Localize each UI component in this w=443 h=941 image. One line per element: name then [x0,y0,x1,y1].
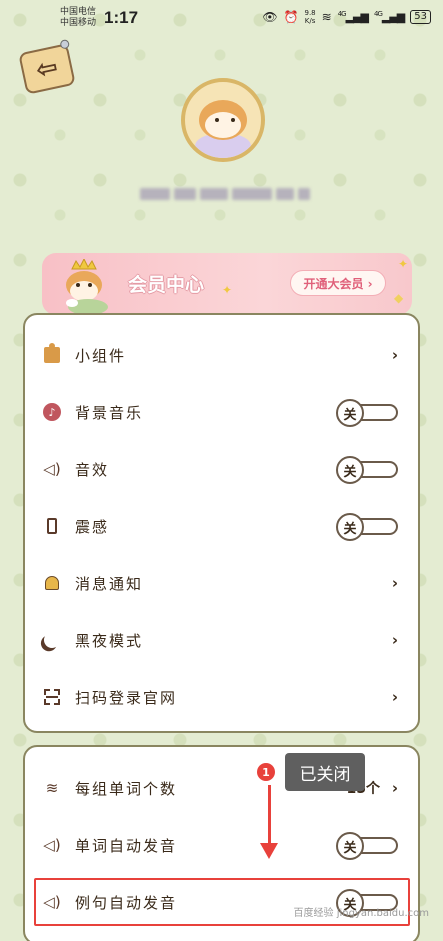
sound-effects-toggle[interactable]: 关 [336,456,398,484]
sparkle-icon: ✦ [222,283,233,297]
word-auto-pronounce-toggle[interactable]: 关 [336,832,398,860]
pin-icon [59,38,71,50]
signal-icon-2: 4G▂▄▆ [373,10,405,24]
eye-icon: 👁 [262,10,278,24]
open-vip-button[interactable]: 开通大会员 › [290,270,386,296]
scan-icon [41,686,63,708]
row-label: 每组单词个数 [75,779,178,798]
bell-icon [41,572,63,594]
hamster-eye-left [215,118,219,122]
hamster-eye-right [231,118,235,122]
chevron-right-icon: › [391,779,398,797]
speaker-icon: ◁) [43,836,61,854]
layers-icon: ≋ [45,779,59,797]
puzzle-icon [41,343,63,366]
arrow-head-icon [260,843,278,859]
row-label: 消息通知 [75,574,144,593]
carrier-1: 中国电信 [60,7,97,17]
carrier-2: 中国移动 [60,18,97,28]
status-icons: 👁 ⏰ 9.8 K/s ≋ 4G▂▄▆ 4G▂▄▆ 53 [262,9,431,25]
alarm-icon: ⏰ [283,10,299,24]
row-widgets[interactable]: 小组件 › [25,327,418,383]
back-arrow-icon: ⇦ [33,52,61,86]
row-vibration: 震感 关 [25,498,418,554]
username-blurred [140,184,315,204]
status-bar: 中国电信 中国移动 1:17 👁 ⏰ 9.8 K/s ≋ 4G▂▄▆ 4G▂▄▆… [0,0,443,36]
network-speed: 9.8 K/s [305,9,316,25]
moon-icon [41,629,63,651]
row-dark-mode[interactable]: 黑夜模式 › [25,612,418,668]
wifi-icon: ≋ [321,10,332,24]
row-label: 小组件 [75,346,127,365]
clock: 1:17 [104,8,139,27]
annotation-tooltip: 已关闭 [285,753,365,791]
background-music-toggle[interactable]: 关 [336,399,398,427]
diamond-icon: ◆ [394,291,404,305]
chevron-right-icon: › [391,574,398,592]
row-notifications[interactable]: 消息通知 › [25,555,418,611]
row-background-music: ♪ 背景音乐 关 [25,384,418,440]
row-label: 扫码登录官网 [75,688,178,707]
chevron-right-icon: › [391,631,398,649]
vibration-icon [41,515,63,537]
vip-hamster-icon [66,259,108,315]
row-label: 音效 [75,460,110,479]
carrier-info: 中国电信 中国移动 [60,7,96,29]
row-label: 单词自动发音 [75,836,178,855]
row-label: 黑夜模式 [75,631,144,650]
battery-icon: 53 [410,10,431,24]
vip-banner[interactable]: 会员中心 开通大会员 › ✦ ✦ ◆ [42,253,412,315]
arrow-down-icon [268,785,271,845]
speed-value: 9.8 [304,9,316,17]
signal-1-label: 4G [337,10,347,19]
vibration-toggle[interactable]: 关 [336,513,398,541]
toggle-state: 关 [336,456,364,484]
hamster-face [205,112,241,138]
sparkle-icon: ✦ [398,257,409,271]
toggle-state: 关 [336,513,364,541]
watermark: 百度经验 jingyan.baidu.com [293,908,429,919]
speed-unit: K/s [304,17,316,25]
vip-title: 会员中心 [128,274,205,296]
row-word-auto-pronounce: ◁) 单词自动发音 关 [25,817,418,873]
speaker-icon: ◁) [43,460,61,478]
row-label: 背景音乐 [75,403,144,422]
step-badge: 1 [257,763,275,781]
row-label: 震感 [75,517,110,536]
settings-card: 小组件 › ♪ 背景音乐 关 ◁) 音效 关 震感 关 消息通知 › 黑夜模式 … [23,313,420,733]
signal-2-label: 4G [373,10,383,19]
row-scan-login[interactable]: 扫码登录官网 › [25,669,418,725]
toggle-state: 关 [336,832,364,860]
row-sound-effects: ◁) 音效 关 [25,441,418,497]
chevron-right-icon: › [391,346,398,364]
signal-icon-1: 4G▂▄▆ [337,10,369,24]
chevron-right-icon: › [391,688,398,706]
back-button[interactable]: ⇦ [18,38,76,95]
music-icon: ♪ [41,401,63,423]
avatar[interactable] [181,78,265,162]
toggle-state: 关 [336,399,364,427]
